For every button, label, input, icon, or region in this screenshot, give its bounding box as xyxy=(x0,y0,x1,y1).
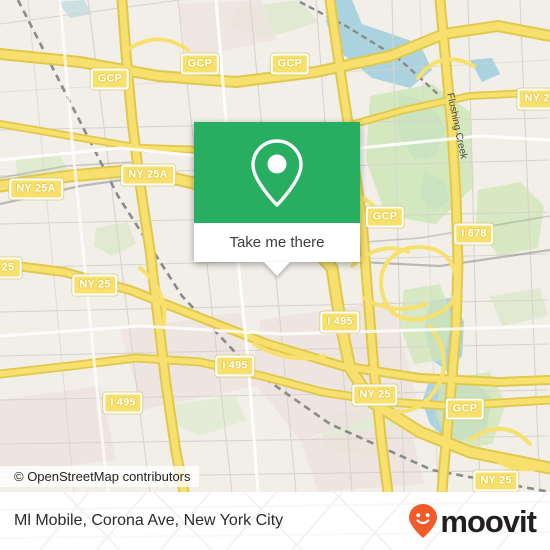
road-shield-i495-2: I 495 xyxy=(215,355,255,377)
road-shield-ny25a-2: NY 25A xyxy=(9,178,63,200)
road-shield-ny25a-1: NY 25A xyxy=(121,164,175,186)
road-shield-ny25-1: NY 25 xyxy=(72,274,118,296)
place-popup-header xyxy=(194,122,360,223)
road-shield-i495-3: I 495 xyxy=(103,392,143,414)
road-shield-ny25-3: NY 25 xyxy=(473,470,519,492)
road-shield-gcp-5: GCP xyxy=(445,398,485,420)
road-shield-gcp-3: GCP xyxy=(270,53,310,75)
take-me-there-button[interactable]: Take me there xyxy=(194,223,360,262)
map-attribution[interactable]: © OpenStreetMap contributors xyxy=(0,466,199,487)
road-shield-gcp-1: GCP xyxy=(90,68,130,90)
road-shield-gcp-4: GCP xyxy=(365,206,405,228)
footer-bar: Ml Mobile, Corona Ave, New York City moo… xyxy=(0,492,550,550)
popup-tail-pointer xyxy=(264,262,290,276)
take-me-there-label: Take me there xyxy=(229,234,325,251)
road-shield-i495-1: I 495 xyxy=(320,311,360,333)
map-canvas[interactable]: Flushing Creek GCP GCP GCP NY 25A NY 25A… xyxy=(0,0,550,492)
road-shield-gcp-2: GCP xyxy=(180,53,220,75)
road-shield-i678: I 678 xyxy=(454,223,494,245)
moovit-wordmark: moovit xyxy=(440,503,537,539)
moovit-place-map-screenshot: Flushing Creek GCP GCP GCP NY 25A NY 25A… xyxy=(0,0,550,550)
moovit-brand-logo[interactable]: moovit xyxy=(408,503,537,539)
road-shield-ny25-2: NY 25 xyxy=(352,384,398,406)
road-shield-25-left: 25 xyxy=(0,257,22,279)
road-shield-ny25-topright: NY 2 xyxy=(517,88,550,110)
place-popup-card[interactable]: Take me there xyxy=(194,122,360,276)
moovit-smiley-pin-icon xyxy=(409,504,438,538)
location-pin-icon xyxy=(251,138,303,207)
place-title: Ml Mobile, Corona Ave, New York City xyxy=(14,512,284,529)
